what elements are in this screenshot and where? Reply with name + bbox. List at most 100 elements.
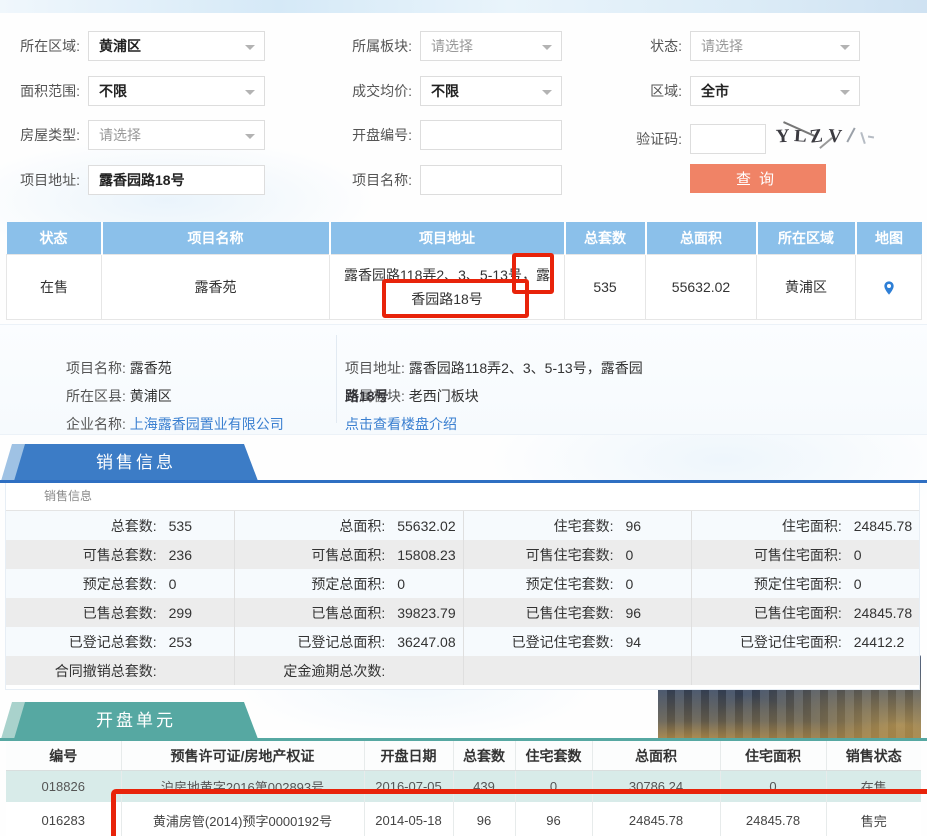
sales-label: 住宅面积: xyxy=(692,516,842,536)
sales-label: 已售住宅面积: xyxy=(692,603,842,623)
avg-price-label: 成交均价: xyxy=(336,76,412,106)
sales-label: 已登记住宅面积: xyxy=(692,632,842,652)
sales-cell xyxy=(463,656,691,685)
sales-label: 定金逾期总次数: xyxy=(235,661,385,681)
opening-units-table: 编号 预售许可证/房地产权证 开盘日期 总套数 住宅套数 总面积 住宅面积 销售… xyxy=(6,741,921,836)
sales-value: 0 xyxy=(397,576,405,592)
sales-row: 预定总套数:0 预定总面积:0 预定住宅套数: 0 预定住宅面积:0 xyxy=(6,569,919,598)
col-units: 总套数 xyxy=(453,741,515,771)
col-res-area: 住宅面积 xyxy=(720,741,826,771)
sales-label: 可售住宅套数: xyxy=(464,545,614,565)
sector-garbled-label: 所属板块: 路18号 xyxy=(345,386,405,406)
sales-row: 可售总套数:236 可售总面积:15808.23 可售住宅套数:0 可售住宅面积… xyxy=(6,540,919,569)
sales-info-tab[interactable]: 销售信息 xyxy=(14,444,258,481)
sales-subtitle: 销售信息 xyxy=(6,483,919,511)
sales-cell xyxy=(691,656,919,685)
detail-county-line: 所在区县: 黄浦区 xyxy=(66,386,172,406)
project-name-input[interactable] xyxy=(420,165,562,195)
avg-price-value: 不限 xyxy=(431,83,459,99)
status-label: 状态: xyxy=(606,31,682,61)
sales-cell: 定金逾期总次数: xyxy=(234,656,462,685)
sales-cell: 住宅面积:24845.78 xyxy=(691,511,919,540)
detail-address-label: 项目地址: xyxy=(345,360,405,376)
company-link[interactable]: 上海露香园置业有限公司 xyxy=(130,416,284,432)
sales-value: 96 xyxy=(625,518,641,534)
sales-value: 299 xyxy=(169,605,192,621)
project-detail-panel: 项目名称: 露香苑 所在区县: 黄浦区 企业名称: 上海露香园置业有限公司 项目… xyxy=(0,324,927,435)
id-cell: 016283 xyxy=(6,802,121,836)
sales-label: 已售总套数: xyxy=(6,603,157,623)
sales-cell: 已登记总套数:253 xyxy=(6,627,234,656)
region-label: 区域: xyxy=(606,76,682,106)
sale-status-cell: 在售 xyxy=(826,771,921,803)
sales-cell: 合同撤销总套数: xyxy=(6,656,234,685)
sales-cell: 已登记总面积:36247.08 xyxy=(234,627,462,656)
sales-cell: 可售总面积: 15808.23 xyxy=(234,540,462,569)
opening-row: 016283 黄浦房管(2014)预字0000192号 2014-05-18 9… xyxy=(6,802,921,836)
sales-label: 已售总面积: xyxy=(235,603,385,623)
region-select-value: 全市 xyxy=(701,83,729,99)
page: 所在区域: 黄浦区 所属板块: 请选择 状态: 请选择 面积范围: 不限 成交均… xyxy=(0,0,927,836)
sales-label: 可售总套数: xyxy=(6,545,157,565)
map-cell xyxy=(856,255,922,320)
results-row: 在售 露香苑 露香园路118弄2、3、5-13号，露 香园路18号 535 55… xyxy=(7,255,922,320)
sales-cell: 总面积:55632.02 xyxy=(234,511,462,540)
opening-units-tab[interactable]: 开盘单元 xyxy=(14,702,258,739)
detail-company-line: 企业名称: 上海露香园置业有限公司 xyxy=(66,414,284,434)
sales-label: 可售总面积: xyxy=(235,545,385,565)
sales-cell: 可售住宅面积:0 xyxy=(691,540,919,569)
sales-cell: 已售住宅套数:96 xyxy=(463,598,691,627)
sales-label: 预定住宅套数: xyxy=(464,574,614,594)
sales-info-panel: 销售信息 总套数:535 总面积:55632.02 住宅套数:96 住宅面积:2… xyxy=(5,483,920,690)
sales-cell: 已售总套数: 299 xyxy=(6,598,234,627)
res-area-cell: 24845.78 xyxy=(720,802,826,836)
sales-cell: 预定总面积:0 xyxy=(234,569,462,598)
sales-value: 39823.79 xyxy=(397,605,455,621)
house-type-label: 房屋类型: xyxy=(4,120,80,150)
sales-cell: 预定住宅面积:0 xyxy=(691,569,919,598)
sales-tab-label: 销售信息 xyxy=(14,444,258,481)
area-cell: 24845.78 xyxy=(592,802,720,836)
address-overflow-text: 路18号 xyxy=(345,386,389,406)
area-cell: 30786.24 xyxy=(592,771,720,803)
area-select[interactable]: 黄浦区 xyxy=(88,31,265,61)
results-table: 状态 项目名称 项目地址 总套数 总面积 所在区域 地图 在售 露香苑 露香园路… xyxy=(6,222,922,320)
area-select-value: 黄浦区 xyxy=(99,38,141,54)
project-address-input[interactable] xyxy=(88,165,265,195)
address-line2: 香园路18号 xyxy=(411,291,483,307)
col-area: 总面积 xyxy=(592,741,720,771)
sales-value: 236 xyxy=(169,547,192,563)
sales-cell: 预定总套数:0 xyxy=(6,569,234,598)
house-type-select[interactable]: 请选择 xyxy=(88,120,265,150)
sales-label: 合同撤销总套数: xyxy=(6,661,157,681)
sales-value: 96 xyxy=(625,605,641,621)
opening-row: 018826 沪房地黄字2016第002893号 2016-07-05 439 … xyxy=(6,771,921,803)
detail-name-line: 项目名称: 露香苑 xyxy=(66,358,172,378)
region-select[interactable]: 全市 xyxy=(690,76,860,106)
size-range-label: 面积范围: xyxy=(4,76,80,106)
units-cell: 439 xyxy=(453,771,515,803)
status-select[interactable]: 请选择 xyxy=(690,31,860,61)
avg-price-select[interactable]: 不限 xyxy=(420,76,562,106)
chevron-down-icon xyxy=(542,45,552,50)
map-pin-icon[interactable] xyxy=(881,280,897,296)
open-date-cell: 2016-07-05 xyxy=(364,771,453,803)
opening-no-input[interactable] xyxy=(420,120,562,150)
captcha-image[interactable]: Y L Z V xyxy=(774,124,890,154)
sales-value: 15808.23 xyxy=(397,547,455,563)
top-banner-strip xyxy=(0,0,927,13)
size-range-select[interactable]: 不限 xyxy=(88,76,265,106)
search-button[interactable]: 查询 xyxy=(690,164,826,193)
detail-address-line: 项目地址: 露香园路118弄2、3、5-13号，露香园 xyxy=(345,358,643,378)
captcha-noise xyxy=(860,132,866,144)
col-project-name: 项目名称 xyxy=(102,222,330,255)
detail-name-value: 露香苑 xyxy=(130,360,172,376)
sales-label: 总套数: xyxy=(6,516,157,536)
sales-row: 总套数:535 总面积:55632.02 住宅套数:96 住宅面积:24845.… xyxy=(6,511,919,540)
sales-label: 可售住宅面积: xyxy=(692,545,842,565)
sales-cell: 已登记住宅面积:24412.2 xyxy=(691,627,919,656)
intro-link[interactable]: 点击查看楼盘介绍 xyxy=(345,416,457,432)
sector-select[interactable]: 请选择 xyxy=(420,31,562,61)
chevron-down-icon xyxy=(245,90,255,95)
captcha-input[interactable] xyxy=(690,124,766,154)
